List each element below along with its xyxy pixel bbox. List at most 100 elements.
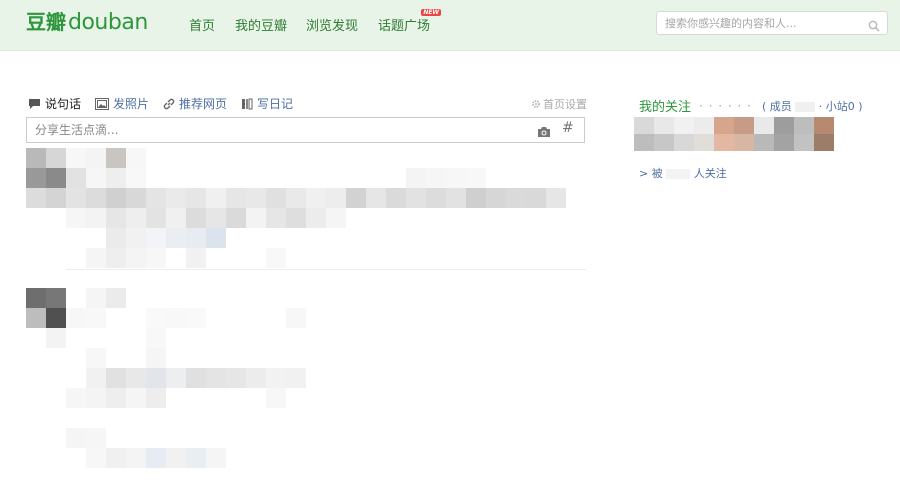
redacted-pixel — [106, 228, 126, 248]
redacted-pixel — [186, 308, 206, 328]
douban-logo[interactable]: 豆瓣 douban — [26, 6, 148, 40]
redacted-pixel — [86, 368, 106, 388]
redacted-avatar-pixel — [634, 134, 654, 151]
redacted-avatar-pixel — [754, 134, 774, 151]
tab-diary[interactable]: 写日记 — [241, 95, 293, 112]
follow-stats-suffix: · 小站0 ) — [818, 99, 863, 113]
tab-say-label: 说句话 — [45, 97, 82, 111]
redacted-pixel — [246, 368, 266, 388]
redacted-avatar-pixel — [694, 117, 714, 134]
redacted-pixel — [266, 368, 286, 388]
followed-by-link[interactable]: > 被 人关注 — [639, 165, 727, 181]
tab-say[interactable]: 说句话 — [28, 95, 81, 112]
redacted-pixel — [46, 148, 66, 168]
redacted-pixel — [286, 368, 306, 388]
redacted-pixel — [526, 188, 546, 208]
follow-header: 我的关注 · · · · · · ( 成员 · 小站0 ) — [639, 96, 863, 116]
redacted-pixel — [126, 368, 146, 388]
redacted-avatar-pixel — [814, 117, 834, 134]
redacted-pixel — [86, 428, 106, 448]
redacted-avatar-pixel — [654, 117, 674, 134]
camera-icon[interactable] — [537, 123, 551, 142]
home-settings-link[interactable]: 首页设置 — [531, 96, 587, 112]
redacted-pixel — [86, 148, 106, 168]
followed-avatars — [634, 117, 854, 153]
redacted-pixel — [466, 188, 486, 208]
redacted-pixel — [266, 388, 286, 408]
redacted-pixel — [46, 328, 66, 348]
redacted-pixel — [186, 248, 206, 268]
redacted-pixel — [26, 168, 46, 188]
link-icon — [163, 98, 175, 109]
redacted-pixel — [186, 448, 206, 468]
redacted-pixel — [26, 288, 46, 308]
redacted-pixel — [166, 228, 186, 248]
redacted-pixel — [246, 208, 266, 228]
share-input-box: # — [26, 117, 585, 143]
tab-link[interactable]: 推荐网页 — [163, 95, 227, 112]
redacted-pixel — [346, 188, 366, 208]
redacted-pixel — [86, 448, 106, 468]
feed-divider — [66, 269, 586, 270]
redacted-pixel — [86, 288, 106, 308]
redacted-pixel — [486, 188, 506, 208]
redacted-pixel — [406, 188, 426, 208]
redacted-pixel — [66, 308, 86, 328]
redacted-pixel — [226, 188, 246, 208]
hashtag-button[interactable]: # — [562, 120, 574, 136]
redacted-pixel — [126, 248, 146, 268]
redacted-pixel — [366, 188, 386, 208]
follow-stats[interactable]: ( 成员 · 小站0 ) — [762, 98, 863, 114]
tab-photo[interactable]: 发照片 — [95, 95, 149, 112]
redacted-pixel — [326, 208, 346, 228]
tab-diary-label: 写日记 — [257, 97, 294, 111]
redacted-pixel — [186, 208, 206, 228]
redacted-pixel — [106, 148, 126, 168]
nav-my-douban[interactable]: 我的豆瓣 — [235, 15, 287, 34]
redacted-pixel — [206, 208, 226, 228]
redacted-pixel — [266, 188, 286, 208]
redacted-pixel — [146, 308, 166, 328]
redacted-pixel — [146, 448, 166, 468]
redacted-pixel — [46, 168, 66, 188]
redacted-pixel — [126, 148, 146, 168]
redacted-pixel — [146, 188, 166, 208]
redacted-pixel — [86, 168, 106, 188]
redacted-pixel — [106, 168, 126, 188]
redacted-avatar-pixel — [774, 134, 794, 151]
redacted-avatar-pixel — [654, 134, 674, 151]
redacted-pixel — [506, 188, 526, 208]
redacted-pixel — [226, 208, 246, 228]
redacted-pixel — [126, 228, 146, 248]
redacted-count — [795, 101, 816, 112]
share-tabs: 说句话 发照片 推荐网页 写日记 — [28, 95, 307, 112]
redacted-pixel — [146, 248, 166, 268]
redacted-avatar-pixel — [714, 117, 734, 134]
nav-topics[interactable]: 话题广场 NEW — [378, 9, 442, 34]
new-badge: NEW — [421, 9, 442, 16]
gear-icon — [532, 100, 540, 108]
redacted-pixel — [66, 388, 86, 408]
redacted-avatar-pixel — [794, 117, 814, 134]
nav-home[interactable]: 首页 — [189, 15, 215, 34]
redacted-pixel — [266, 248, 286, 268]
redacted-pixel — [146, 208, 166, 228]
redacted-pixel — [386, 188, 406, 208]
redacted-pixel — [26, 188, 46, 208]
redacted-pixel — [266, 208, 286, 228]
redacted-pixel — [286, 208, 306, 228]
redacted-pixel — [46, 308, 66, 328]
search-input[interactable] — [657, 12, 857, 35]
nav-explore[interactable]: 浏览发现 — [306, 15, 358, 34]
search-icon[interactable] — [868, 17, 880, 32]
share-text-input[interactable] — [27, 118, 507, 142]
redacted-pixel — [126, 388, 146, 408]
redacted-pixel — [86, 208, 106, 228]
redacted-pixel — [146, 228, 166, 248]
redacted-avatar-pixel — [754, 117, 774, 134]
redacted-pixel — [206, 228, 226, 248]
follow-stats-prefix: ( 成员 — [761, 99, 792, 113]
followed-by-suffix: 人关注 — [693, 167, 727, 180]
redacted-pixel — [166, 368, 186, 388]
redacted-pixel — [106, 368, 126, 388]
